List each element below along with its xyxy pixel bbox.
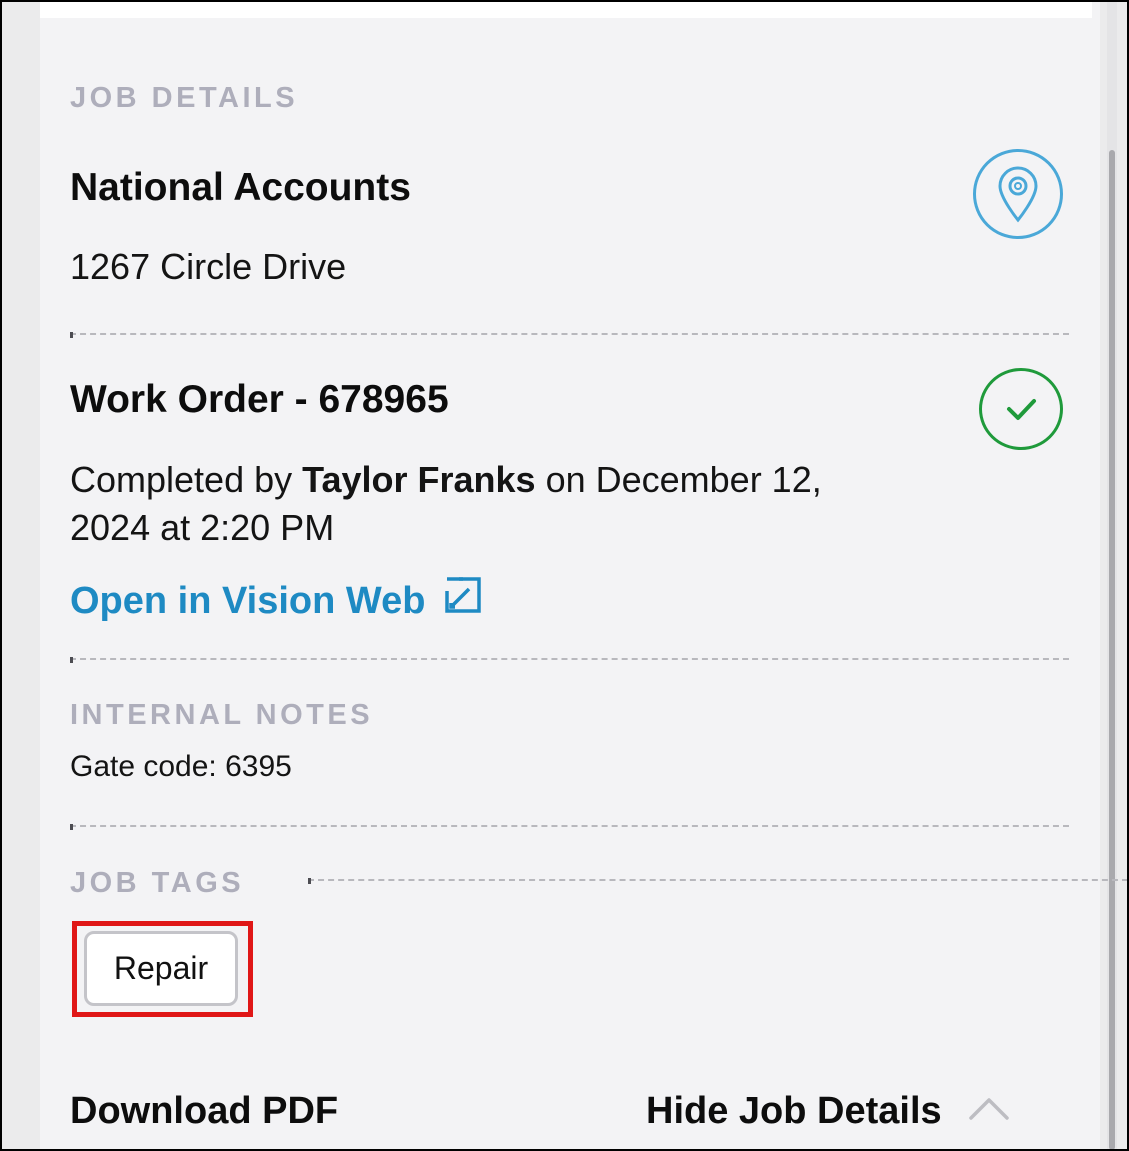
external-link-icon [443,575,483,615]
account-name: National Accounts [70,166,411,209]
internal-notes-label: INTERNAL NOTES [70,699,374,731]
tags-divider [308,878,1127,884]
section-divider [70,332,1069,338]
completed-prefix: Completed by [70,459,293,500]
check-circle-icon [979,368,1063,450]
job-tags-label: JOB TAGS [70,867,245,899]
hide-job-details-label: Hide Job Details [646,1090,942,1132]
completed-date-part1: on December 12, [545,459,822,500]
screen-frame: JOB DETAILS National Accounts 1267 Circl… [0,0,1129,1151]
open-link-label: Open in Vision Web [70,580,426,622]
section-divider [70,824,1069,830]
job-details-label: JOB DETAILS [70,82,299,114]
account-address: 1267 Circle Drive [70,246,347,287]
panel-top-edge [40,2,1092,18]
completed-by-name: Taylor Franks [302,459,536,500]
work-order-title: Work Order - 678965 [70,378,449,421]
chevron-up-icon [968,1096,1010,1122]
section-divider [70,657,1069,663]
map-pin-icon[interactable] [973,149,1063,239]
internal-note-text: Gate code: 6395 [70,750,292,783]
hide-job-details-button[interactable]: Hide Job Details [646,1090,1010,1133]
completed-date-part2: 2024 at 2:20 PM [70,507,335,548]
tag-chip-repair[interactable]: Repair [84,931,238,1006]
scrollbar-thumb[interactable] [1109,150,1115,1149]
download-pdf-button[interactable]: Download PDF [70,1090,338,1133]
open-in-vision-web-link[interactable]: Open in Vision Web [70,576,483,623]
completion-info: Completed by Taylor Franks on December 1… [70,456,970,552]
